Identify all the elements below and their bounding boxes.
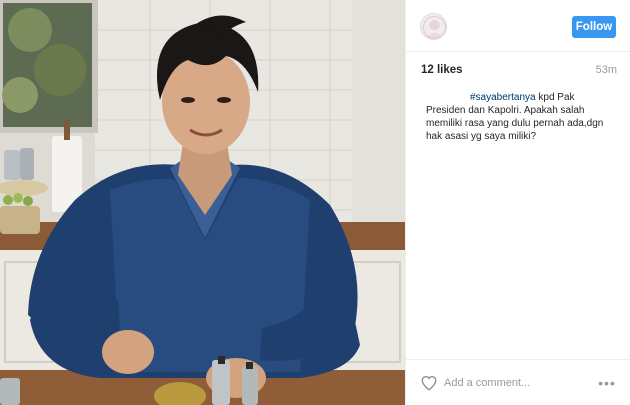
avatar[interactable] — [420, 13, 447, 40]
comment-input[interactable] — [444, 373, 584, 393]
post-header: Follow — [406, 0, 630, 52]
post-photo[interactable] — [0, 0, 405, 405]
post-details-panel: Follow 12 likes 53m #sayabertanya kpd Pa… — [405, 0, 630, 405]
avatar-image — [421, 14, 446, 39]
post-meta: 12 likes 53m — [421, 64, 617, 80]
post-caption: #sayabertanya kpd Pak Presiden dan Kapol… — [426, 91, 614, 143]
post-timestamp[interactable]: 53m — [596, 64, 617, 76]
likes-count[interactable]: 12 likes — [421, 64, 463, 76]
caption-hashtag[interactable]: #sayabertanya — [470, 92, 536, 103]
heart-icon[interactable] — [420, 374, 438, 392]
heart-icon-shape — [421, 375, 437, 391]
post-footer: ••• — [406, 359, 630, 405]
more-options-icon[interactable]: ••• — [596, 374, 618, 392]
follow-button[interactable]: Follow — [572, 16, 616, 38]
post-photo-image — [0, 0, 405, 405]
